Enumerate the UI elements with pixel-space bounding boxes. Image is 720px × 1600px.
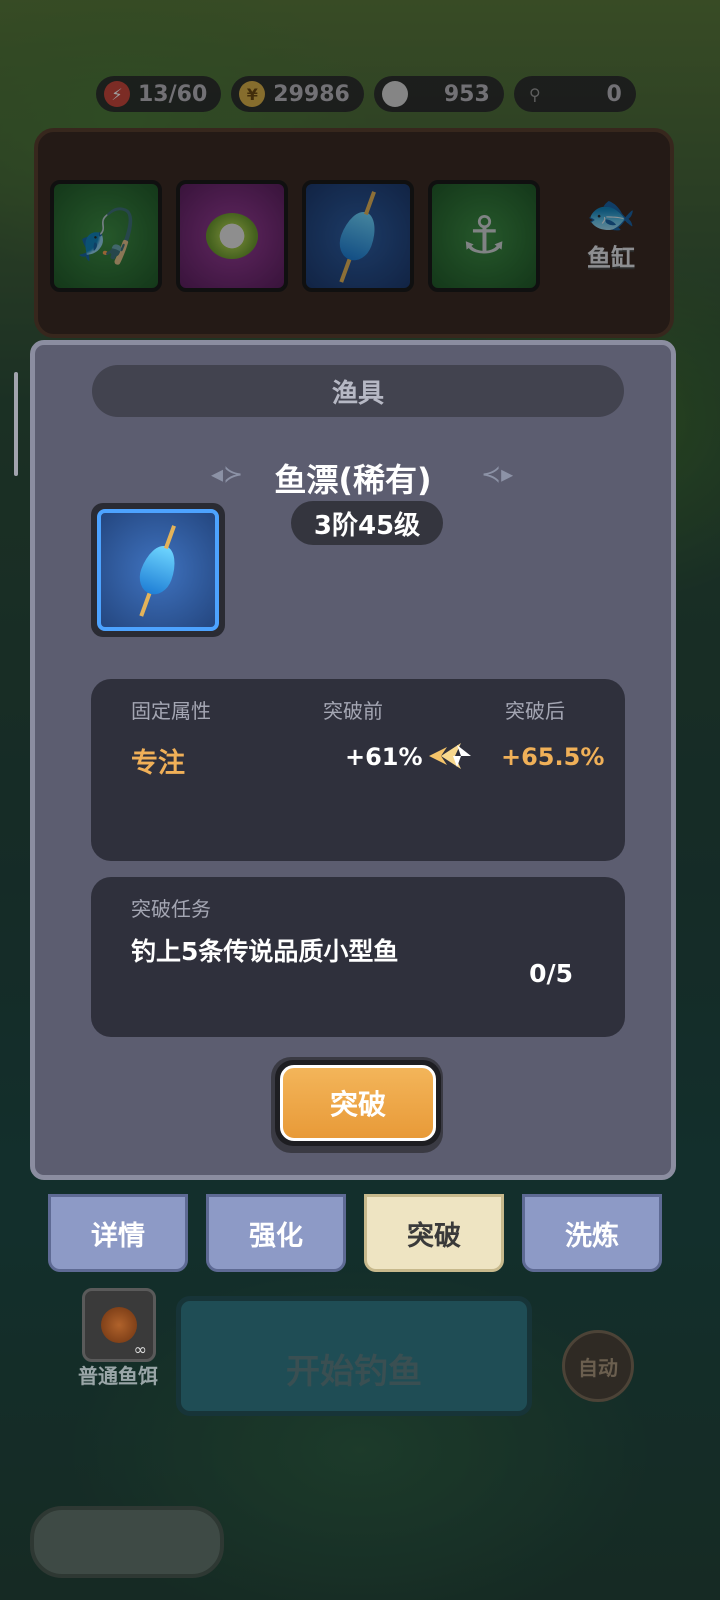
task-progress: 0/5 [529, 959, 573, 988]
attr-header-after: 突破后 [505, 699, 565, 723]
attr-value-after: +65.5% [501, 743, 605, 771]
task-title: 突破任务 [131, 897, 211, 921]
upgrade-arrow-icon [429, 743, 471, 769]
tab-details[interactable]: 详情 [48, 1194, 188, 1272]
bottom-nav-pill[interactable] [30, 1506, 224, 1578]
auto-button[interactable]: 自动 [562, 1330, 634, 1402]
attr-value-before: +61% [345, 743, 423, 771]
float-bobber-icon [134, 541, 182, 599]
tab-refine[interactable]: 洗炼 [522, 1194, 662, 1272]
start-fishing-button[interactable]: 开始钓鱼 [176, 1296, 532, 1416]
fish-deco-right-icon: ≺▸ [481, 460, 514, 488]
break-button-label: 突破 [280, 1065, 436, 1141]
item-icon-frame [91, 503, 225, 637]
bait-label: 普通鱼饵 [78, 1364, 158, 1388]
start-fishing-label: 开始钓鱼 [286, 1352, 422, 1392]
tab-breakthrough[interactable]: 突破 [364, 1194, 504, 1272]
tab-bar: 详情 强化 突破 洗炼 [48, 1194, 662, 1272]
item-level-badge: 3阶45级 [291, 501, 443, 545]
item-icon-tile [97, 509, 219, 631]
attr-header-fixed: 固定属性 [131, 699, 211, 723]
bait-ball-icon [101, 1307, 137, 1343]
tab-enhance[interactable]: 强化 [206, 1194, 346, 1272]
bait-slot[interactable]: ∞ [82, 1288, 156, 1362]
attr-header-before: 突破前 [323, 699, 383, 723]
gear-dialog: 渔具 ◂≻ 鱼漂(稀有) ≺▸ 3阶45级 固定属性 突破前 突破后 专注 +6… [30, 340, 676, 1180]
attribute-panel: 固定属性 突破前 突破后 专注 +61% +65.5% [91, 679, 625, 861]
break-button[interactable]: 突破 [275, 1060, 441, 1146]
scroll-indicator [14, 372, 18, 476]
item-name: 鱼漂(稀有) [274, 461, 432, 499]
dialog-title: 渔具 [92, 365, 624, 417]
attr-name: 专注 [131, 748, 185, 779]
task-description: 钓上5条传说品质小型鱼 [131, 937, 399, 966]
task-panel: 突破任务 钓上5条传说品质小型鱼 0/5 [91, 877, 625, 1037]
bait-count: ∞ [133, 1340, 147, 1359]
